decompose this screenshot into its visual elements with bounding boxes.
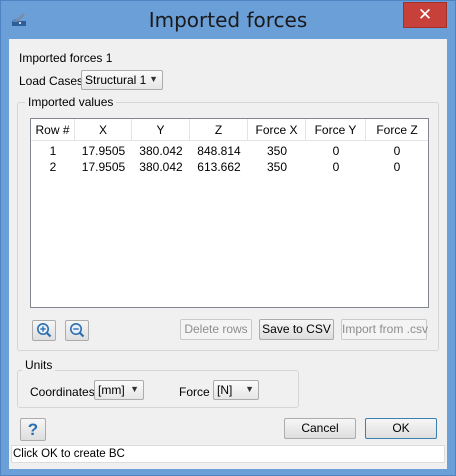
coordinates-label: Coordinates xyxy=(30,385,95,399)
imported-values-title: Imported values xyxy=(25,95,117,109)
help-icon: ? xyxy=(27,420,39,439)
zoom-out-button[interactable] xyxy=(65,320,89,341)
chevron-down-icon: ▼ xyxy=(245,384,254,394)
table-cell: 380.042 xyxy=(139,144,183,158)
zoom-out-icon xyxy=(70,323,85,338)
column-header[interactable]: Force Z xyxy=(366,119,428,141)
table-cell: 0 xyxy=(332,160,340,174)
table-cell: 1 xyxy=(49,144,57,158)
load-cases-label: Load Cases xyxy=(19,74,84,88)
dialog-body: Imported forces 1 Load Cases Structural … xyxy=(9,39,447,469)
units-title: Units xyxy=(22,358,56,372)
load-cases-value: Structural 1 xyxy=(85,73,147,87)
imported-forces-name: Imported forces 1 xyxy=(19,51,113,65)
load-cases-select[interactable]: Structural 1 ▼ xyxy=(81,70,163,90)
force-label: Force xyxy=(179,385,210,399)
chevron-down-icon: ▼ xyxy=(130,384,139,394)
close-button[interactable]: ✕ xyxy=(403,2,447,28)
table-cell: 0 xyxy=(393,144,401,158)
save-to-csv-button[interactable]: Save to CSV xyxy=(259,319,334,340)
table-cell: 613.662 xyxy=(197,160,241,174)
column-header[interactable]: Row # xyxy=(31,119,75,141)
table-cell: 350 xyxy=(266,144,288,158)
force-unit-value: [N] xyxy=(217,383,233,397)
import-from-csv-button[interactable]: Import from .csv xyxy=(341,319,428,340)
zoom-in-button[interactable] xyxy=(32,320,56,341)
ok-button[interactable]: OK xyxy=(365,418,437,439)
table-header: Row # X Y Z Force X Force Y Force Z xyxy=(31,119,428,141)
column-header[interactable]: Z xyxy=(190,119,248,141)
table-cell: 380.042 xyxy=(139,160,183,174)
column-header[interactable]: Force Y xyxy=(306,119,366,141)
imported-values-table[interactable]: Row # X Y Z Force X Force Y Force Z 1 17… xyxy=(30,118,429,308)
table-cell: 2 xyxy=(49,160,57,174)
force-unit-select[interactable]: [N] ▼ xyxy=(213,380,259,400)
window-title: Imported forces xyxy=(148,8,308,32)
table-cell: 17.9505 xyxy=(81,160,126,174)
title-bar[interactable]: Imported forces ✕ xyxy=(1,1,455,39)
coordinates-unit-select[interactable]: [mm] ▼ xyxy=(94,380,144,400)
status-bar: Click OK to create BC xyxy=(11,445,445,463)
column-header[interactable]: X xyxy=(75,119,132,141)
table-cell: 0 xyxy=(332,144,340,158)
column-header[interactable]: Force X xyxy=(248,119,306,141)
dialog-window: Imported forces ✕ Imported forces 1 Load… xyxy=(0,0,456,476)
delete-rows-button[interactable]: Delete rows xyxy=(180,319,252,340)
close-icon: ✕ xyxy=(417,5,433,25)
table-cell: 848.814 xyxy=(197,144,241,158)
cancel-button[interactable]: Cancel xyxy=(284,418,356,439)
table-cell: 17.9505 xyxy=(81,144,126,158)
column-header[interactable]: Y xyxy=(132,119,190,141)
chevron-down-icon: ▼ xyxy=(149,74,158,84)
zoom-in-icon xyxy=(37,323,52,338)
coordinates-unit-value: [mm] xyxy=(98,383,125,397)
help-button[interactable]: ? xyxy=(20,418,46,441)
table-row[interactable]: 1 17.9505 380.042 848.814 350 0 0 xyxy=(31,143,428,159)
table-cell: 0 xyxy=(393,160,401,174)
table-cell: 350 xyxy=(266,160,288,174)
table-row[interactable]: 2 17.9505 380.042 613.662 350 0 0 xyxy=(31,159,428,175)
